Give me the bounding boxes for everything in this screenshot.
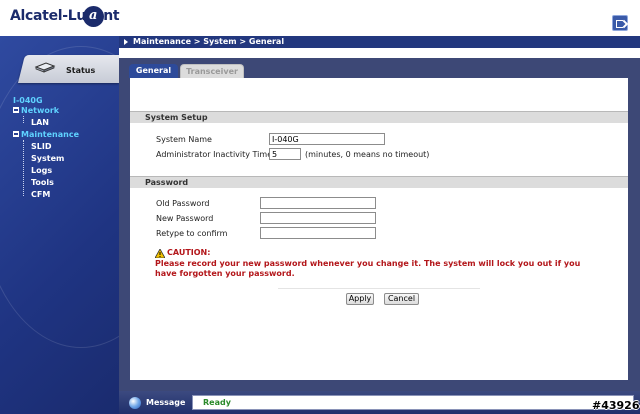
- logout-icon[interactable]: [612, 15, 628, 31]
- status-message: Ready: [203, 398, 231, 407]
- watermark: #43926: [592, 399, 640, 412]
- inactivity-timer-label: Administrator Inactivity Timer: [156, 150, 276, 159]
- message-box: Ready: [192, 395, 634, 410]
- system-name-label: System Name: [156, 135, 212, 144]
- sidebar-item-slid[interactable]: SLID: [31, 142, 51, 151]
- sidebar-item-maintenance[interactable]: Maintenance: [13, 130, 79, 139]
- collapse-icon[interactable]: [13, 107, 19, 113]
- sidebar-item-logs[interactable]: Logs: [31, 166, 52, 175]
- new-password-label: New Password: [156, 214, 214, 223]
- content-top-strip: [119, 48, 640, 58]
- section-password: Password: [130, 176, 628, 188]
- retype-password-label: Retype to confirm: [156, 229, 228, 238]
- status-label[interactable]: Status: [66, 66, 95, 75]
- sidebar-device[interactable]: I-040G: [13, 96, 43, 105]
- sidebar-item-label: Network: [21, 106, 60, 115]
- new-password-input[interactable]: [260, 212, 376, 224]
- main-content: General Transceiver System Setup System …: [119, 48, 640, 391]
- apply-button[interactable]: Apply: [346, 293, 374, 305]
- logo-glyph: a: [89, 8, 98, 23]
- sidebar-item-cfm[interactable]: CFM: [31, 190, 50, 199]
- sidebar-item-network[interactable]: Network: [13, 106, 59, 115]
- system-name-input[interactable]: [269, 133, 385, 145]
- tree-connector: [23, 140, 24, 196]
- settings-panel: System Setup System Name Administrator I…: [130, 78, 628, 380]
- header-bar: Alcatel-Lucent a: [0, 0, 640, 36]
- tab-general[interactable]: General: [129, 64, 178, 78]
- message-label: Message: [146, 398, 186, 407]
- status-bar: Message Ready: [119, 391, 640, 414]
- timer-hint: (minutes, 0 means no timeout): [305, 150, 430, 159]
- sidebar: Status I-040G Network LAN Maintenance SL…: [0, 36, 119, 414]
- breadcrumb: Maintenance > System > General: [119, 36, 640, 48]
- router-icon: [34, 62, 56, 73]
- tab-transceiver[interactable]: Transceiver: [180, 64, 244, 78]
- section-system-setup: System Setup: [130, 111, 628, 123]
- cancel-button[interactable]: Cancel: [384, 293, 419, 305]
- sidebar-item-tools[interactable]: Tools: [31, 178, 54, 187]
- old-password-label: Old Password: [156, 199, 210, 208]
- caution-title: CAUTION:: [167, 248, 211, 257]
- tree-connector: [23, 116, 24, 123]
- retype-password-input[interactable]: [260, 227, 376, 239]
- alcatel-logo-icon: a: [83, 6, 104, 27]
- warning-icon: [155, 249, 165, 258]
- sidebar-item-lan[interactable]: LAN: [31, 118, 49, 127]
- inactivity-timer-input[interactable]: [269, 148, 301, 160]
- globe-icon: [129, 397, 141, 409]
- collapse-icon[interactable]: [13, 131, 19, 137]
- old-password-input[interactable]: [260, 197, 376, 209]
- caution-message: Please record your new password whenever…: [155, 259, 581, 278]
- sidebar-item-label: Maintenance: [21, 130, 80, 139]
- sidebar-item-system[interactable]: System: [31, 154, 64, 163]
- button-divider: [278, 288, 480, 289]
